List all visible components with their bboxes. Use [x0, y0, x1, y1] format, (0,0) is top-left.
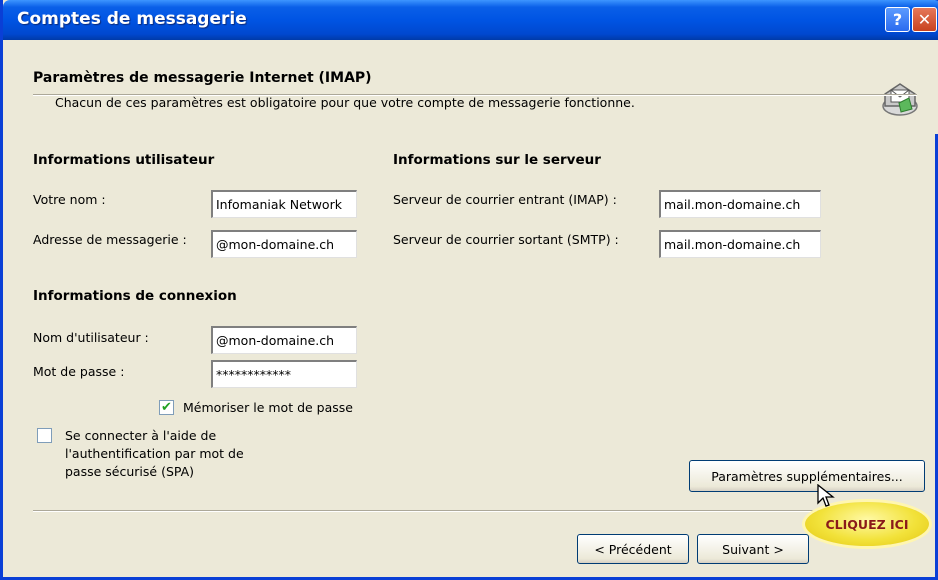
- dialog-window: Comptes de messagerie ? ✕ Paramètres de …: [0, 0, 938, 580]
- username-label: Nom d'utilisateur :: [33, 330, 149, 345]
- page-title: Paramètres de messagerie Internet (IMAP): [33, 70, 372, 86]
- header-divider: [33, 94, 917, 96]
- page-subtitle: Chacun de ces paramètres est obligatoire…: [55, 95, 635, 110]
- outgoing-server-label: Serveur de courrier sortant (SMTP) :: [393, 232, 619, 247]
- password-field[interactable]: ************: [211, 360, 357, 388]
- window-title: Comptes de messagerie: [17, 9, 247, 29]
- next-button[interactable]: Suivant >: [697, 534, 809, 564]
- remember-password-checkbox[interactable]: ✔: [159, 400, 174, 415]
- incoming-server-label: Serveur de courrier entrant (IMAP) :: [393, 192, 617, 207]
- logon-info-title: Informations de connexion: [33, 288, 237, 304]
- click-here-callout: CLIQUEZ ICI: [805, 502, 929, 546]
- previous-button[interactable]: < Précédent: [577, 534, 689, 564]
- mail-account-icon: [882, 83, 918, 116]
- username-field[interactable]: @mon-domaine.ch: [211, 326, 357, 354]
- close-button[interactable]: ✕: [912, 7, 937, 32]
- incoming-server-field[interactable]: mail.mon-domaine.ch: [659, 190, 821, 218]
- spa-label-line1: Se connecter à l'aide de: [65, 428, 217, 443]
- remember-password-label: Mémoriser le mot de passe: [183, 400, 353, 415]
- spa-checkbox[interactable]: [37, 428, 52, 443]
- mouse-cursor-icon: [817, 484, 835, 507]
- outgoing-server-field[interactable]: mail.mon-domaine.ch: [659, 230, 821, 258]
- title-bar[interactable]: Comptes de messagerie ? ✕: [3, 0, 938, 40]
- name-field[interactable]: Infomaniak Network: [211, 190, 357, 218]
- spa-label-line3: passe sécurisé (SPA): [65, 464, 195, 479]
- email-label: Adresse de messagerie :: [33, 232, 187, 247]
- email-field[interactable]: @mon-domaine.ch: [211, 230, 357, 258]
- footer-divider: [33, 510, 917, 512]
- spa-label-line2: l'authentification par mot de: [65, 446, 244, 461]
- name-label: Votre nom :: [33, 192, 106, 207]
- server-info-title: Informations sur le serveur: [393, 152, 601, 168]
- header-panel: Paramètres de messagerie Internet (IMAP)…: [3, 40, 938, 134]
- user-info-title: Informations utilisateur: [33, 152, 215, 168]
- more-settings-button[interactable]: Paramètres supplémentaires...: [689, 460, 925, 492]
- callout-text: CLIQUEZ ICI: [825, 516, 909, 532]
- password-label: Mot de passe :: [33, 364, 125, 379]
- help-button[interactable]: ?: [885, 7, 910, 32]
